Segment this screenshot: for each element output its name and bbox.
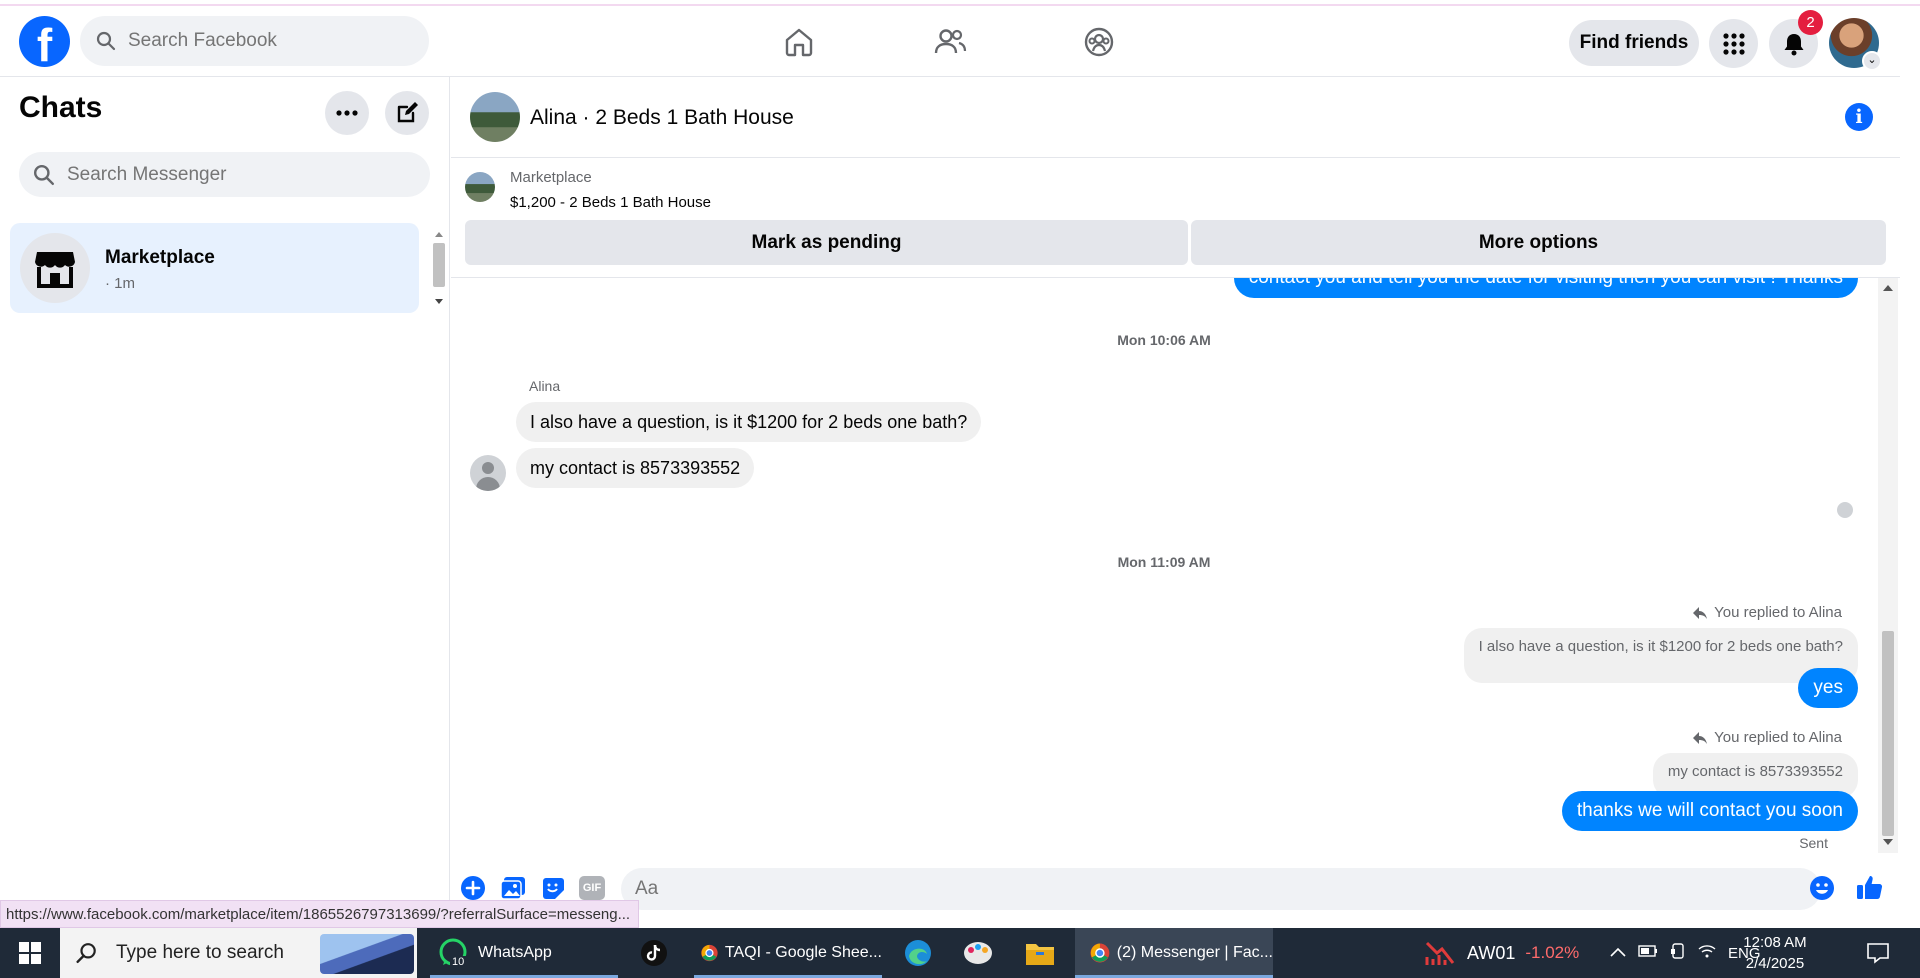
sticker-icon[interactable] [540,875,566,901]
clock-date: 2/4/2025 [1745,955,1805,972]
marketplace-listing-bar: Marketplace $1,200 - 2 Beds 1 Bath House… [451,158,1900,278]
wifi-icon[interactable] [1698,944,1716,963]
chats-title: Chats [19,91,103,124]
emoji-icon[interactable] [1809,875,1835,901]
conversation-header: Alina · 2 Beds 1 Bath House i [451,77,1900,158]
link-preview-url: https://www.facebook.com/marketplace/ite… [0,900,640,928]
more-options-icon[interactable] [325,91,369,135]
chat-list-item[interactable]: Marketplace · 1m [10,223,419,313]
taskbar-search-text: Type here to search [116,942,284,963]
chat-time: · 1m [105,275,135,292]
notification-center-icon[interactable] [1866,928,1890,978]
reply-label: You replied to Alina [1714,729,1842,746]
reply-arrow-icon [1693,606,1708,619]
sheets-label: TAQI - Google Shee... [724,944,882,961]
messenger-search[interactable] [19,152,430,197]
edge-icon[interactable] [903,928,933,978]
outgoing-message[interactable]: thanks we will contact you soon [1561,791,1858,831]
windows-taskbar: Type here to search 10 WhatsApp TAQI - G… [0,928,1920,978]
search-icon [96,31,116,51]
stock-name: AW01 [1467,942,1516,963]
marketplace-label: Marketplace [510,169,592,186]
thumbs-up-icon[interactable] [1855,872,1885,902]
mark-as-pending-button[interactable]: Mark as pending [465,220,1188,265]
taskbar-google-sheets[interactable]: TAQI - Google Shee... [694,928,882,978]
whatsapp-label: WhatsApp [478,944,552,961]
gif-icon[interactable]: GIF [578,875,606,901]
chrome-icon [1090,943,1110,963]
reply-label: You replied to Alina [1714,604,1842,621]
thread-scrollbar[interactable] [1878,278,1898,853]
friends-icon[interactable] [932,24,968,60]
search-highlight-image [320,934,414,974]
outgoing-message[interactable]: contact you and tell you the date for vi… [1233,278,1858,298]
chrome-icon [701,944,718,962]
battery-icon[interactable] [1638,944,1658,963]
tiktok-icon[interactable] [640,928,670,978]
read-receipt-avatar [1837,502,1853,518]
stock-chart-icon [1425,941,1455,965]
paint-app-icon[interactable] [962,928,996,978]
facebook-search-input[interactable] [128,30,388,52]
timestamp: Mon 11:09 AM [1117,554,1211,570]
chevron-down-icon[interactable]: ⌄ [1862,51,1882,71]
message-thread: contact you and tell you the date for vi… [451,278,1878,853]
notifications-badge: 2 [1798,10,1823,35]
system-tray: ENG [1610,928,1761,978]
outgoing-message[interactable]: yes [1798,668,1858,708]
find-friends-button[interactable]: Find friends [1569,20,1699,66]
reply-indicator: You replied to Alina [1692,604,1842,621]
timestamp: Mon 10:06 AM [1117,332,1211,348]
stock-change: -1.02% [1525,943,1580,962]
search-icon [76,943,96,964]
chevron-up-icon[interactable] [1610,944,1626,962]
taskbar-messenger[interactable]: (2) Messenger | Fac... [1075,928,1273,978]
messenger-search-input[interactable] [67,163,327,186]
menu-grid-icon[interactable] [1709,19,1758,68]
clock-time: 12:08 AM [1743,934,1807,951]
photo-icon[interactable] [500,875,526,901]
listing-title[interactable]: $1,200 - 2 Beds 1 Bath House [510,194,711,211]
message-composer: GIF [451,855,1900,927]
chat-name: Marketplace [105,247,215,268]
quoted-message[interactable]: I also have a question, is it $1200 for … [1463,628,1858,683]
facebook-header: f Find friends 2 ⌄ [0,6,1900,77]
messenger-label: (2) Messenger | Fac... [1116,944,1273,961]
taskbar-whatsapp[interactable]: 10 WhatsApp [430,928,618,978]
sender-avatar[interactable] [470,455,506,491]
search-icon [33,164,55,185]
sidebar-scrollbar[interactable] [430,227,448,313]
groups-icon[interactable] [1081,24,1117,60]
facebook-search[interactable] [80,16,429,66]
conversation-title[interactable]: Alina · 2 Beds 1 Bath House [530,106,794,130]
storefront-icon [20,233,90,303]
facebook-logo[interactable]: f [19,16,70,67]
gif-label: GIF [579,876,605,900]
stock-widget[interactable]: AW01 -1.02% [1425,928,1579,978]
taskbar-clock[interactable]: 12:08 AM 2/4/2025 [1740,932,1810,974]
reply-indicator: You replied to Alina [1692,729,1842,746]
plus-circle-icon[interactable] [460,875,486,901]
incoming-message[interactable]: I also have a question, is it $1200 for … [516,402,982,442]
message-status: Sent [1799,835,1828,851]
info-icon[interactable]: i [1845,103,1873,131]
more-options-button[interactable]: More options [1191,220,1886,265]
chats-sidebar: Chats Marketplace · 1m [0,77,450,928]
device-icon[interactable] [1670,942,1686,964]
whatsapp-badge: 10 [450,956,467,968]
message-input[interactable] [621,868,1821,910]
incoming-message[interactable]: my contact is 8573393552 [516,448,755,488]
sender-name: Alina [529,378,561,394]
windows-start-icon[interactable] [0,928,60,978]
reply-arrow-icon [1693,731,1708,744]
listing-thumbnail[interactable] [465,172,495,202]
file-explorer-icon[interactable] [1025,928,1057,978]
home-icon[interactable] [781,24,817,60]
new-message-icon[interactable] [385,91,429,135]
taskbar-search[interactable]: Type here to search [60,928,417,978]
listing-avatar[interactable] [470,92,520,142]
